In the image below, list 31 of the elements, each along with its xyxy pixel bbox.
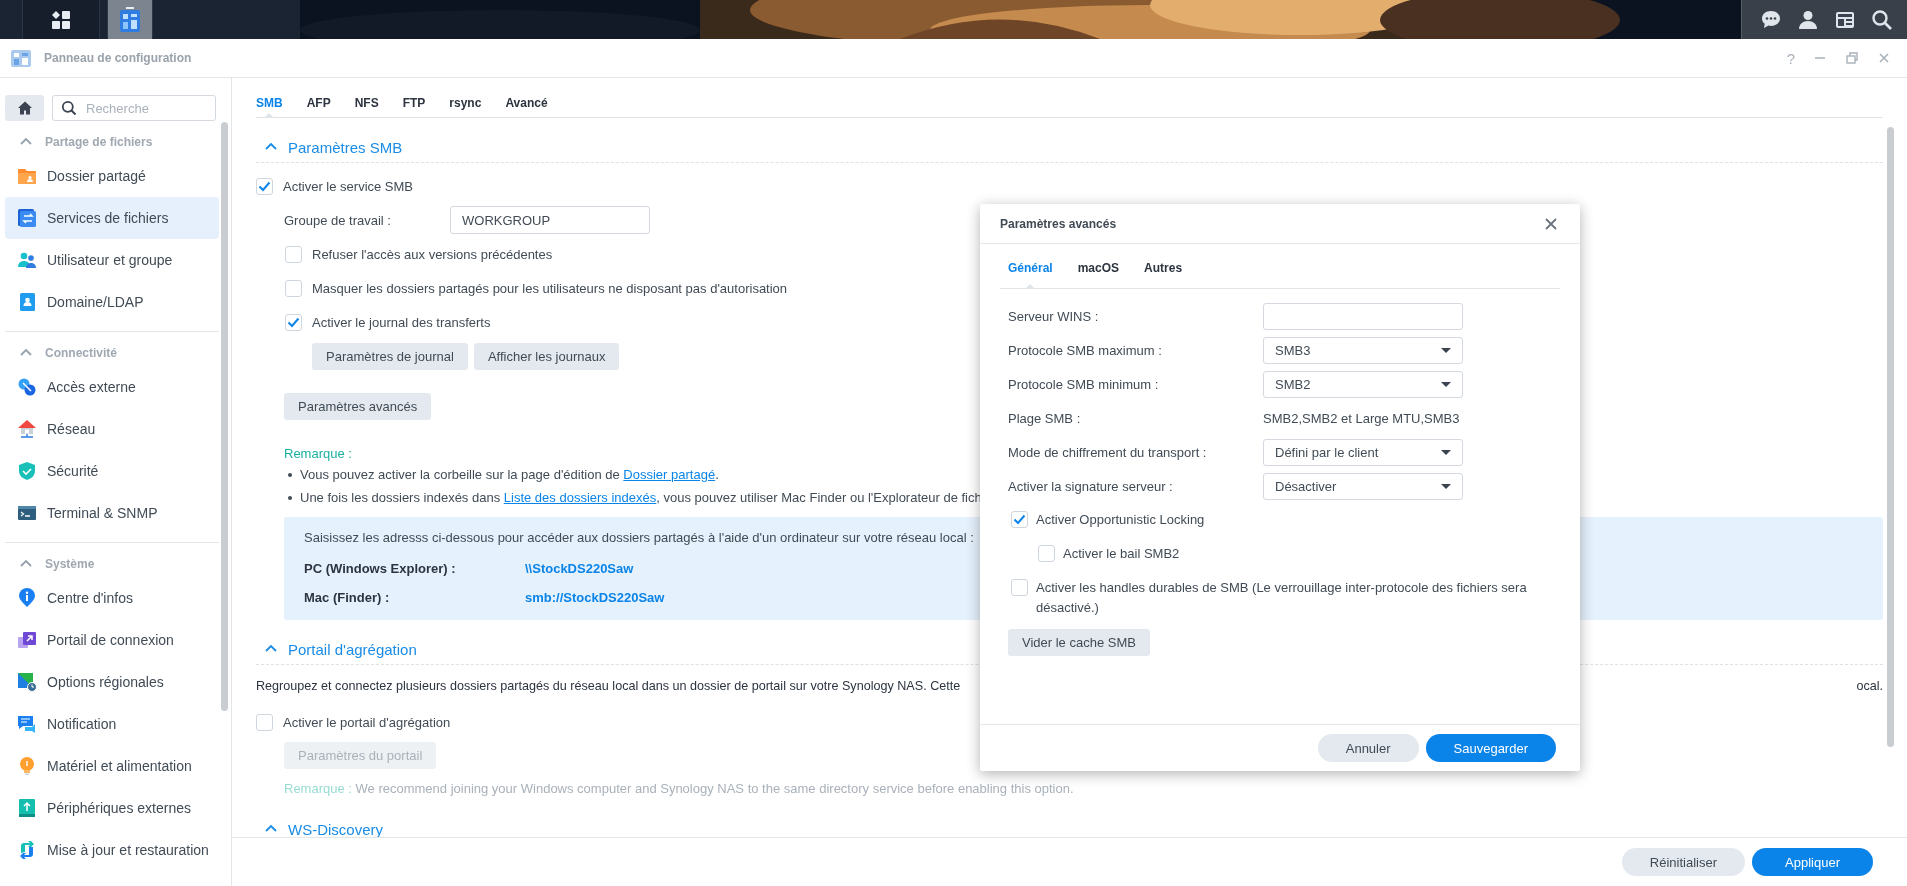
option-label: Activer le journal des transferts: [312, 314, 491, 330]
address-intro: Saisissez les adresss ci-dessous pour accéder aux dossiers partagés à l'aide d'un ordinateur sur votre réseau local :: [304, 530, 974, 545]
address-label: Mac (Finder) :: [304, 590, 391, 605]
field-value: SMB2,SMB2 et Large MTU,SMB3: [1263, 410, 1460, 426]
address-value: \\StockDS220Saw: [525, 561, 634, 576]
address-value: smb://StockDS220Saw: [525, 590, 665, 605]
option-label: Activer le bail SMB2: [1063, 545, 1180, 563]
section-title: Système: [45, 557, 95, 571]
field-label: Serveur WINS :: [1008, 308, 1100, 324]
note-title: Remarque :: [284, 446, 352, 461]
option-label: Activer Opportunistic Locking: [1036, 511, 1205, 529]
note-text: Remarque : We recommend joining your Windows computer and Synology NAS to the same directory service before enabling this option.: [283, 780, 1075, 796]
field-label: Protocole SMB minimum :: [1008, 376, 1160, 392]
field-label: Mode de chiffrement du transport :: [1008, 444, 1208, 460]
option-label: Activer les handles durables de SMB (Le verrouillage inter-protocole des fichiers sera désactivé.): [1036, 579, 1528, 617]
option-label: Refuser l'accès aux versions précédentes: [312, 246, 553, 262]
description-text: Regroupez et connectez plusieurs dossiers partagés du réseau local dans un dossier de portail sur votre Synology NAS. Cette: [256, 679, 961, 693]
field-label: Plage SMB :: [1008, 410, 1082, 426]
address-label: PC (Windows Explorer) :: [304, 561, 457, 576]
section-title: Partage de fichiers: [45, 135, 153, 149]
field-label: Activer la signature serveur :: [1008, 478, 1174, 494]
option-label: Masquer les dossiers partagés pour les utilisateurs ne disposant pas d'autorisation: [312, 280, 788, 296]
option-label: Activer le service SMB: [283, 178, 414, 194]
option-label: Activer le portail d'agrégation: [283, 714, 451, 730]
dialog-title: Paramètres avancés: [1000, 216, 1117, 231]
field-label: Groupe de travail :: [284, 212, 392, 228]
window-title: Panneau de configuration: [44, 51, 192, 65]
section-title: Connectivité: [45, 346, 117, 360]
description-text: ocal.: [1856, 679, 1883, 693]
note-text: Vous pouvez activer la corbeille sur la page d'édition de Dossier partagé.: [300, 467, 719, 482]
field-label: Protocole SMB maximum :: [1008, 342, 1163, 358]
